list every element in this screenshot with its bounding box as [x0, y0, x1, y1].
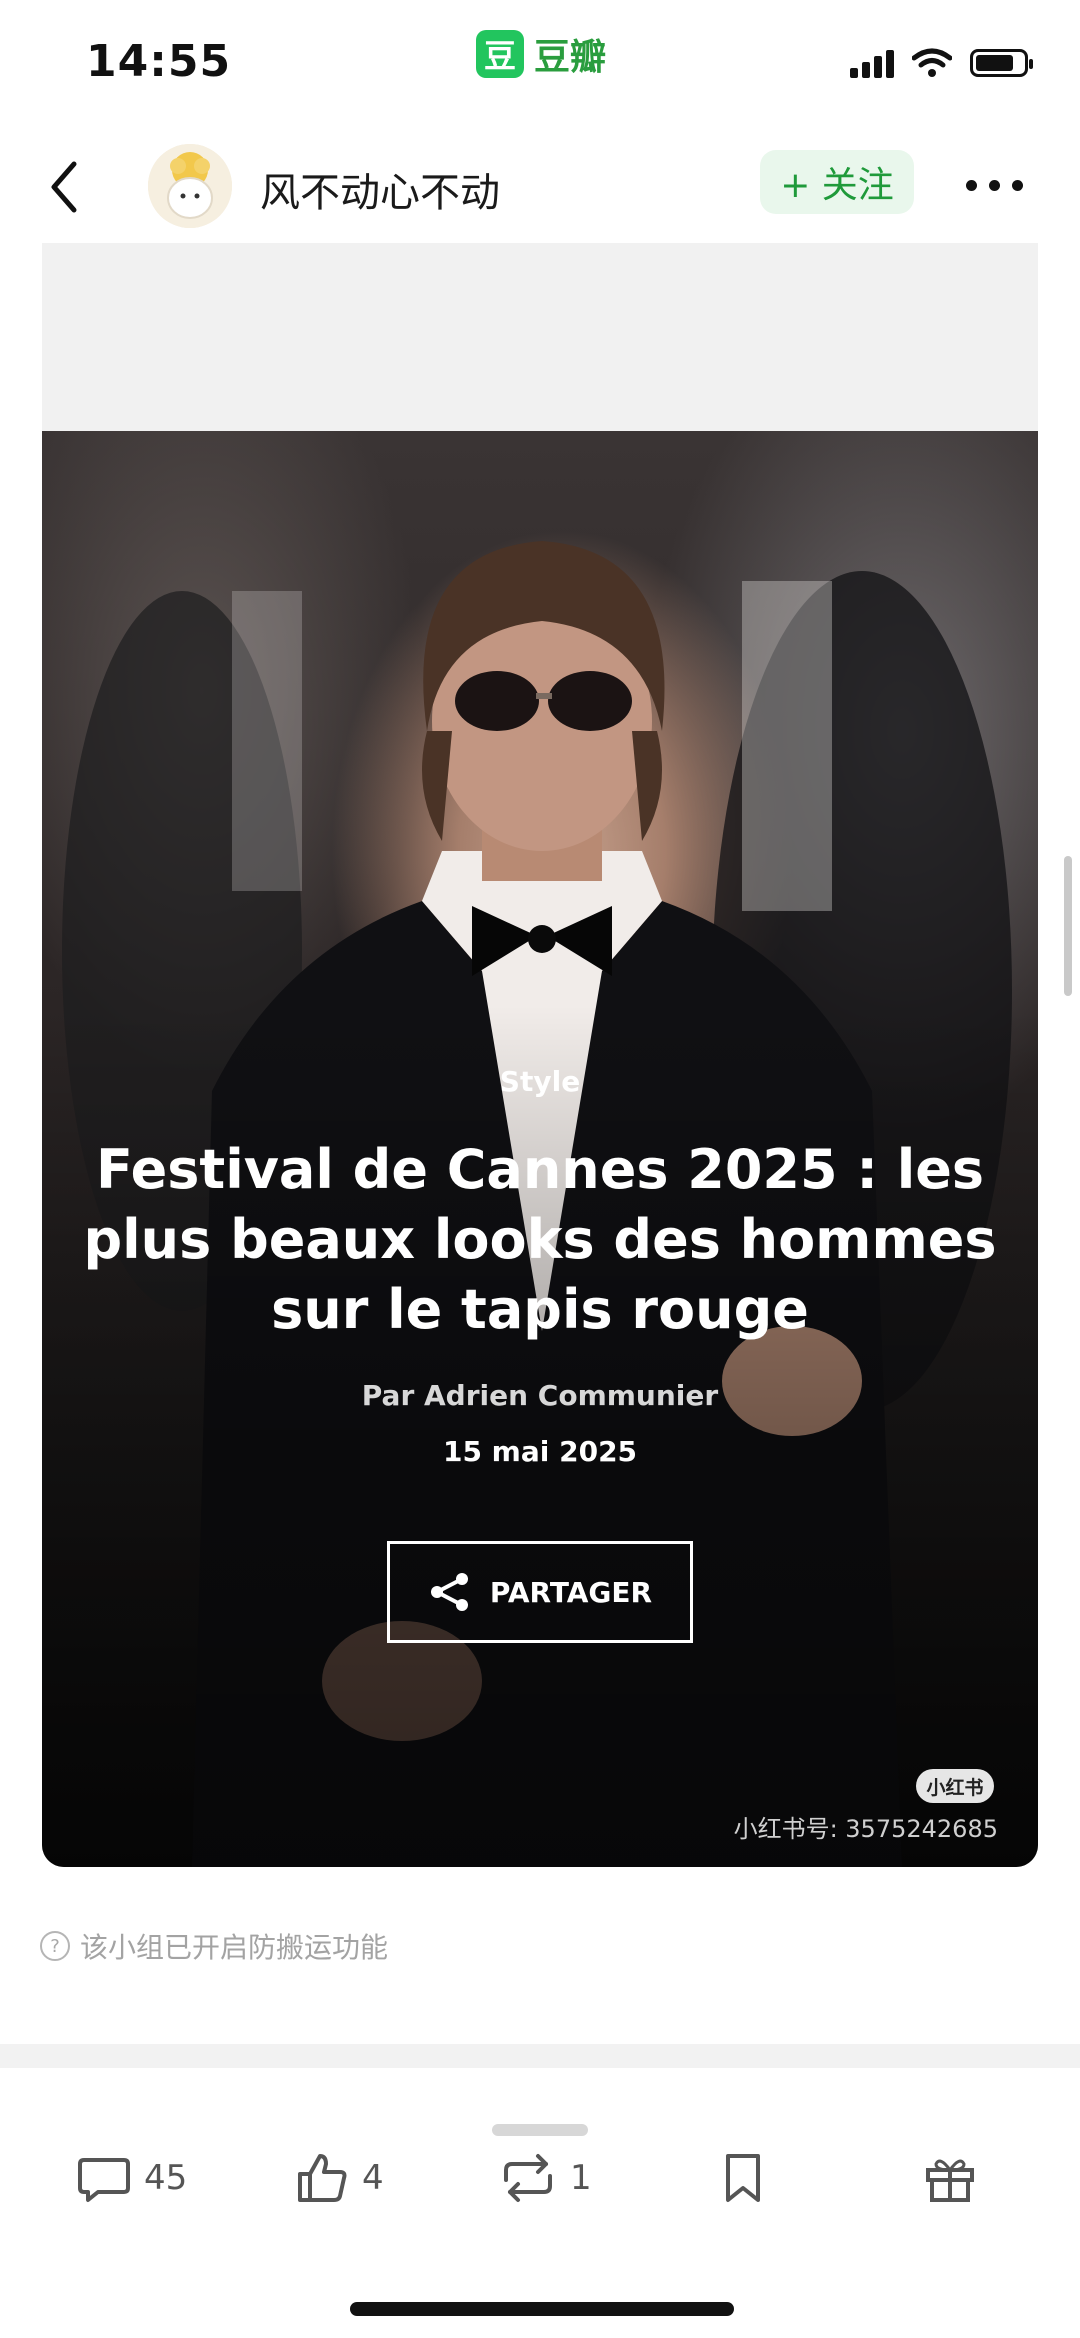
gift-icon — [926, 2159, 974, 2202]
image-top-padding — [42, 243, 1038, 431]
battery-level — [976, 55, 1013, 71]
avatar[interactable] — [148, 144, 232, 228]
comment-icon — [78, 2158, 130, 2202]
status-bar: 14:55 豆 豆瓣 — [0, 0, 1080, 130]
article-date: 15 mai 2025 — [442, 1435, 638, 1468]
watermark-id: 小红书号: 3575242685 — [733, 1815, 998, 1843]
username[interactable]: 风不动心不动 — [260, 160, 500, 218]
repost-button[interactable]: 1 — [498, 2150, 592, 2206]
status-time: 14:55 — [86, 36, 232, 87]
gift-button[interactable] — [922, 2150, 978, 2206]
article-category: Style — [499, 1065, 581, 1098]
share-label: PARTAGER — [489, 1575, 653, 1609]
scrollbar[interactable] — [1064, 856, 1072, 996]
share-button: PARTAGER — [387, 1541, 693, 1643]
app-name: 豆瓣 — [534, 37, 607, 78]
anti-repost-notice: ? 该小组已开启防搬运功能 — [40, 1926, 388, 1966]
article-byline: Par Adrien Communier — [361, 1379, 719, 1412]
thumbs-up-icon — [298, 2154, 347, 2202]
back-arrow-icon[interactable] — [40, 152, 90, 222]
notice-text: 该小组已开启防搬运功能 — [80, 1931, 389, 1964]
more-options-icon[interactable] — [966, 180, 1023, 191]
repost-count: 1 — [570, 2158, 592, 2198]
home-indicator[interactable] — [350, 2302, 734, 2316]
post-image[interactable]: Style Festival de Cannes 2025 : les plus… — [42, 431, 1038, 1867]
like-button[interactable]: 4 — [294, 2150, 384, 2206]
bookmark-button[interactable] — [718, 2150, 768, 2206]
comment-count: 45 — [144, 2158, 188, 2198]
xiaohongshu-logo: 小红书 — [916, 1769, 994, 1803]
comment-button[interactable]: 45 — [76, 2150, 187, 2206]
share-icon — [430, 1573, 468, 1611]
follow-button[interactable]: + 关注 — [760, 150, 914, 214]
cellular-signal-icon — [850, 48, 894, 78]
bottom-action-bar: 45 4 1 — [0, 2140, 1080, 2260]
post-header: 风不动心不动 + 关注 — [0, 140, 1080, 230]
app-badge: 豆 豆瓣 — [476, 28, 606, 80]
wifi-icon — [912, 48, 952, 77]
system-icons — [850, 48, 1033, 78]
question-circle-icon: ? — [40, 1931, 70, 1961]
bookmark-icon — [726, 2154, 760, 2202]
section-divider — [0, 2044, 1080, 2068]
sheet-grip-handle[interactable] — [492, 2124, 588, 2136]
battery-icon — [970, 49, 1033, 77]
douban-logo-icon: 豆 — [476, 30, 524, 78]
like-count: 4 — [362, 2158, 384, 2198]
article-headline: Festival de Cannes 2025 : les plus beaux… — [83, 1138, 997, 1341]
repost-icon — [504, 2154, 552, 2202]
